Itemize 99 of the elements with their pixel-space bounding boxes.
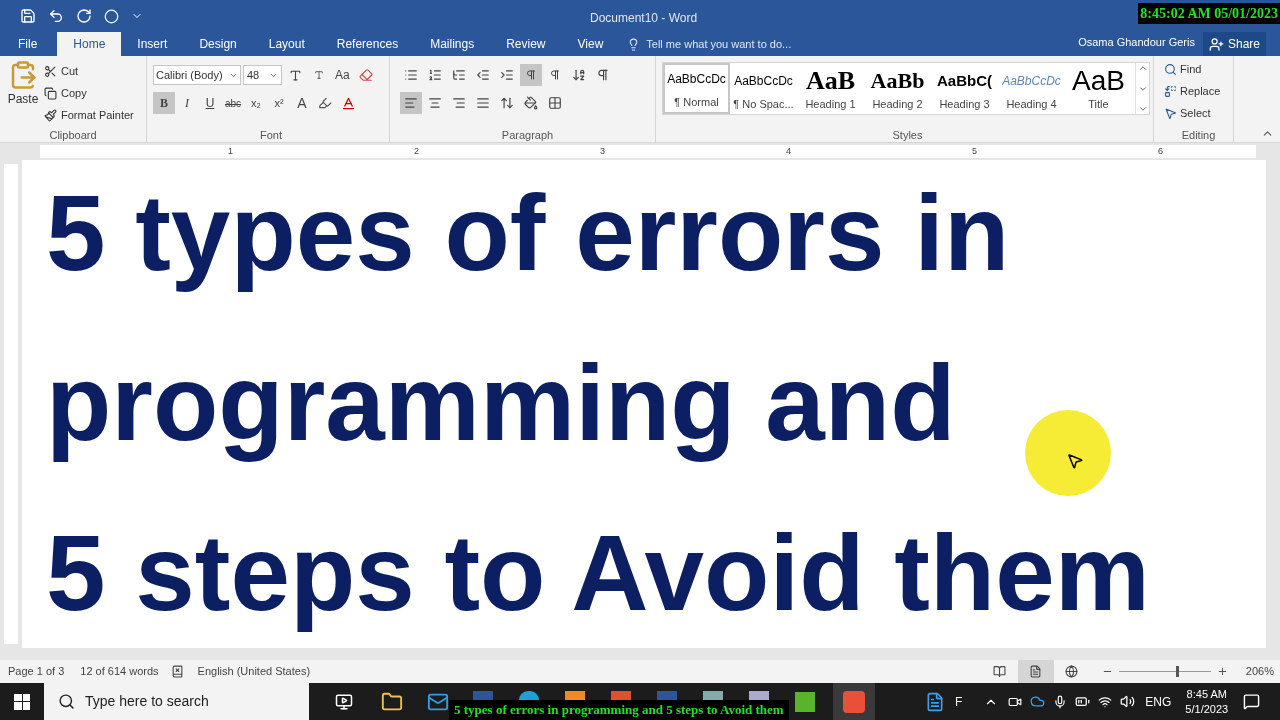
- ruler-number: 2: [414, 145, 419, 158]
- heading-line: programming and: [46, 341, 956, 465]
- strikethrough-button[interactable]: abc: [222, 92, 244, 114]
- search-icon: [1164, 62, 1177, 76]
- bold-button[interactable]: B: [153, 92, 175, 114]
- page-icon: [1029, 665, 1043, 678]
- more-styles-icon[interactable]: [1137, 104, 1148, 114]
- clipboard-item[interactable]: Cut: [44, 60, 134, 82]
- ribbon-tab[interactable]: Home: [57, 32, 122, 56]
- task-view-icon[interactable]: [335, 692, 353, 711]
- ribbon-tab[interactable]: View: [561, 32, 620, 56]
- page-count[interactable]: Page 1 of 3: [8, 663, 65, 680]
- language-indicator[interactable]: English (United States): [197, 663, 311, 680]
- clock-date[interactable]: 5/1/2023: [1185, 701, 1229, 717]
- clipboard-item[interactable]: Copy: [44, 82, 134, 104]
- zoom-in-icon[interactable]: [1216, 666, 1228, 677]
- underline-button[interactable]: U: [199, 92, 221, 114]
- zoom-slider-thumb[interactable]: [1175, 666, 1179, 677]
- ruler-number: 1: [228, 145, 233, 158]
- ruler-number: 6: [1158, 145, 1163, 158]
- redo-icon[interactable]: [76, 8, 92, 24]
- ribbon-tab[interactable]: References: [320, 32, 415, 56]
- clock-time[interactable]: 8:45 AM: [1186, 686, 1227, 702]
- text-effects-button[interactable]: A: [291, 92, 313, 114]
- scroll-up-icon[interactable]: [1137, 63, 1148, 73]
- ribbon-tab[interactable]: Layout: [252, 32, 321, 56]
- italic-button[interactable]: I: [176, 92, 198, 114]
- document-icon[interactable]: [925, 691, 945, 712]
- ribbon-tab[interactable]: Review: [490, 32, 562, 56]
- windows-icon[interactable]: [14, 693, 30, 710]
- style-gallery-item[interactable]: AaBbC( Heading 3: [931, 63, 998, 114]
- ribbon-tab[interactable]: Insert: [121, 32, 184, 56]
- ruler-number: 5: [972, 145, 977, 158]
- view-button[interactable]: [1017, 660, 1054, 683]
- video-caption: 5 types of errors in programming and 5 steps to Avoid them: [449, 700, 789, 720]
- search-icon: [58, 693, 75, 710]
- microphone-icon[interactable]: [1053, 694, 1068, 709]
- style-gallery-item[interactable]: AaBbCcDc ¶ No Spac...: [730, 63, 797, 114]
- undo-icon[interactable]: [48, 8, 64, 24]
- style-gallery-item[interactable]: AaBbCcDc Heading 4: [998, 63, 1065, 114]
- recording-clock: 8:45:02 AM 05/01/2023: [1138, 3, 1280, 24]
- tray-letter[interactable]: F: [955, 692, 963, 711]
- zoom-level[interactable]: 206%: [1245, 663, 1274, 680]
- change-case-button[interactable]: Aa: [332, 66, 353, 84]
- battery-icon[interactable]: [1075, 694, 1091, 709]
- user-name: Osama Ghandour Geris: [1078, 34, 1195, 50]
- clipboard-item[interactable]: Format Painter: [44, 104, 134, 126]
- wifi-icon[interactable]: [1098, 694, 1113, 709]
- ltr-icon[interactable]: [520, 64, 542, 86]
- copy-icon: [44, 86, 57, 100]
- heading-line: 5 steps to Avoid them: [46, 511, 1150, 635]
- word-count[interactable]: 12 of 614 words: [80, 663, 159, 680]
- cloud-icon[interactable]: [1030, 694, 1046, 709]
- tell-me-field[interactable]: Tell me what you want to do...: [627, 32, 792, 56]
- subscript-button[interactable]: x₂: [245, 92, 267, 114]
- ribbon-tab[interactable]: File: [9, 32, 58, 56]
- paintbrush-icon: [44, 108, 57, 122]
- ruler-number: 4: [786, 145, 791, 158]
- font-size-field[interactable]: 48: [243, 65, 282, 85]
- window-title: Document10 - Word: [590, 10, 698, 27]
- style-gallery-item[interactable]: AaB Heading 1: [797, 63, 864, 114]
- pointer-icon: [1164, 106, 1177, 120]
- input-language[interactable]: ENG: [1145, 692, 1172, 711]
- replace-icon: [1164, 84, 1177, 98]
- editing-item[interactable]: Select: [1164, 102, 1233, 124]
- share-button[interactable]: Share: [1202, 32, 1266, 56]
- app-icon[interactable]: [519, 691, 539, 700]
- user-plus-icon: [1208, 36, 1224, 52]
- recorder-icon[interactable]: [843, 690, 865, 713]
- circle-icon[interactable]: [104, 8, 119, 24]
- ribbon-tab[interactable]: Design: [183, 32, 253, 56]
- folder-icon[interactable]: [381, 690, 403, 713]
- editing-item[interactable]: Find: [1164, 58, 1233, 80]
- ribbon-tab[interactable]: Mailings: [414, 32, 491, 56]
- taskbar-search-field[interactable]: Type here to search: [44, 683, 309, 720]
- style-gallery-item[interactable]: AaB Title: [1065, 63, 1132, 114]
- group-label: Clipboard: [48, 128, 98, 142]
- editing-item[interactable]: Replace: [1164, 80, 1233, 102]
- app-icon[interactable]: [795, 691, 815, 712]
- style-gallery-item[interactable]: AaBbCcDc ¶ Normal: [663, 63, 730, 114]
- align-left-icon[interactable]: [400, 92, 422, 114]
- mouse-pointer-icon: [1066, 452, 1084, 470]
- scissors-icon: [44, 64, 57, 78]
- group-label: Font: [260, 128, 282, 142]
- paste-button[interactable]: Paste: [6, 60, 40, 128]
- globe-icon: [1065, 665, 1079, 678]
- book-icon: [993, 665, 1007, 678]
- superscript-button[interactable]: x²: [268, 92, 290, 114]
- group-label: Editing: [1181, 128, 1216, 142]
- ruler-number: 3: [600, 145, 605, 158]
- group-label: Paragraph: [501, 128, 554, 142]
- notifications-icon[interactable]: [1243, 693, 1260, 710]
- group-label: Styles: [892, 128, 923, 142]
- speaker-icon[interactable]: [1120, 694, 1136, 709]
- save-icon[interactable]: [20, 8, 36, 24]
- proofing-icon[interactable]: [170, 665, 184, 678]
- font-family-field[interactable]: Calibri (Body): [153, 65, 241, 85]
- style-gallery-item[interactable]: AaBb Heading 2: [864, 63, 931, 114]
- heading-line: 5 types of errors in: [46, 171, 1010, 295]
